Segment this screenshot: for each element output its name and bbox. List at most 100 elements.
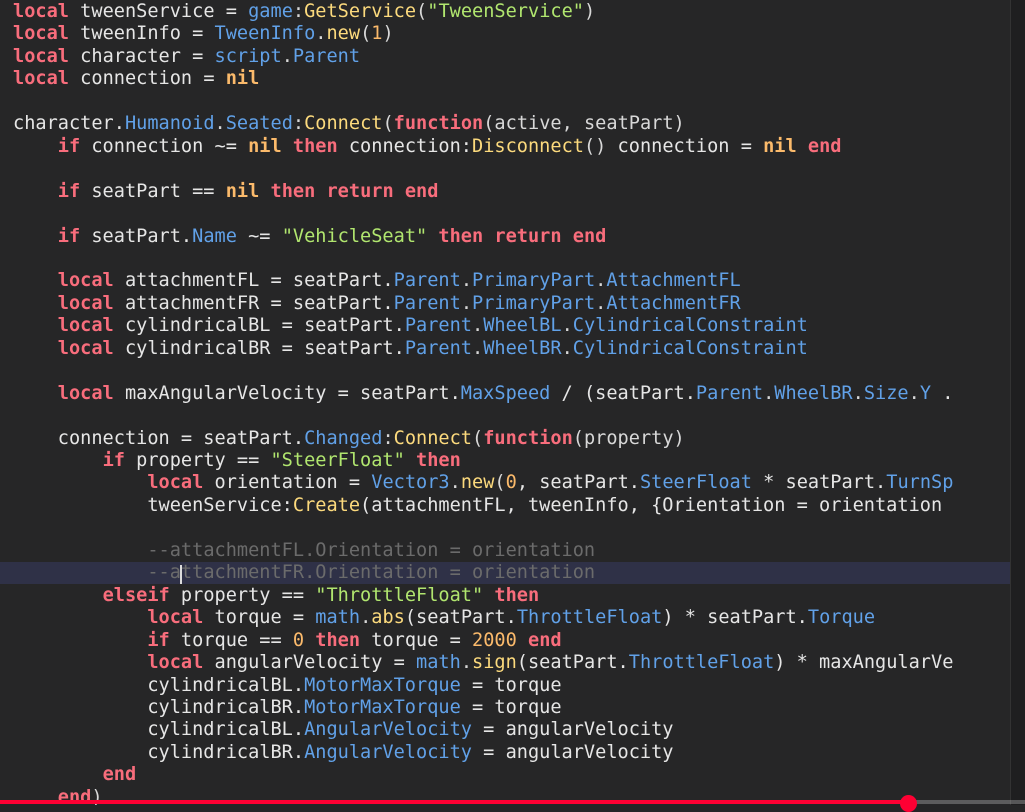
video-progress-bar[interactable] <box>0 795 1025 812</box>
code-token: local <box>13 23 69 45</box>
code-line[interactable]: local tweenInfo = TweenInfo.new(1) <box>0 23 1025 45</box>
code-token: : <box>292 1 305 22</box>
code-line[interactable]: if seatPart.Name ~= "VehicleSeat" then r… <box>0 226 1025 248</box>
code-line[interactable]: cylindricalBL.AngularVelocity = angularV… <box>0 719 1025 741</box>
code-token: . <box>561 337 573 359</box>
code-token: sign <box>472 652 517 674</box>
code-token: . <box>852 382 864 404</box>
code-line[interactable] <box>0 158 1025 180</box>
code-token: (seatPart. <box>516 652 629 674</box>
code-token: maxAngularVelocity = seatPart. <box>113 382 461 404</box>
code-line[interactable]: character.Humanoid.Seated:Connect(functi… <box>0 113 1025 135</box>
code-line[interactable]: local attachmentFR = seatPart.Parent.Pri… <box>0 293 1025 315</box>
code-line[interactable]: local orientation = Vector3.new(0, seatP… <box>0 472 1025 494</box>
code-token: (active, seatPart) <box>483 113 685 135</box>
code-line[interactable]: connection = seatPart.Changed:Connect(fu… <box>0 428 1025 450</box>
code-token: end <box>102 764 137 786</box>
code-line[interactable]: --attachmentFL.Orientation = orientation <box>0 540 1025 562</box>
code-line[interactable]: if property == "SteerFloat" then <box>0 450 1025 472</box>
code-token: cylindricalBL. <box>13 674 305 696</box>
code-token: ~= <box>236 225 282 247</box>
code-token: connection: <box>337 135 473 157</box>
code-token: . <box>214 113 226 135</box>
code-token: local <box>57 270 114 292</box>
code-token: Parent <box>404 315 472 337</box>
code-token: AngularVelocity <box>304 741 472 763</box>
code-line[interactable]: end <box>0 764 1025 786</box>
code-token: ( <box>360 23 372 45</box>
code-token: ) <box>583 1 596 22</box>
code-token: ( <box>472 427 484 449</box>
code-line[interactable] <box>0 360 1025 382</box>
code-line[interactable]: local angularVelocity = math.sign(seatPa… <box>0 652 1025 674</box>
code-line[interactable] <box>0 203 1025 225</box>
code-token: WheelBL <box>483 315 562 337</box>
code-token: connection = <box>606 135 764 157</box>
code-token: character. <box>13 113 125 135</box>
code-token: cylindricalBL. <box>13 719 305 741</box>
code-token: Parent <box>695 382 764 404</box>
code-line[interactable]: if seatPart == nil then return end <box>0 181 1025 203</box>
code-line[interactable] <box>0 405 1025 427</box>
code-token: . <box>908 382 920 404</box>
code-line[interactable]: local tweenService = game:GetService("Tw… <box>0 1 1025 23</box>
code-line[interactable]: cylindricalBR.AngularVelocity = angularV… <box>0 742 1025 764</box>
code-token: ThrottleFloat <box>628 652 775 674</box>
code-line[interactable] <box>0 248 1025 270</box>
code-token: local <box>13 1 69 22</box>
code-token: CylindricalConstraint <box>572 315 808 337</box>
code-token: . <box>561 315 573 337</box>
code-token: GetService <box>304 1 417 22</box>
code-line[interactable]: local torque = math.abs(seatPart.Throttl… <box>0 607 1025 629</box>
code-token: . <box>315 23 327 45</box>
code-line[interactable]: local connection = nil <box>0 68 1025 90</box>
code-token: (property) <box>572 427 685 449</box>
code-line[interactable]: if torque == 0 then torque = 2000 end <box>0 630 1025 652</box>
code-token: end <box>807 135 842 157</box>
code-token: local <box>57 337 114 359</box>
code-token: Disconnect <box>472 135 584 157</box>
code-line[interactable]: local character = script.Parent <box>0 46 1025 68</box>
code-line[interactable]: tweenService:Create(attachmentFL, tweenI… <box>0 495 1025 517</box>
code-line[interactable]: elseif property == "ThrottleFloat" then <box>0 585 1025 607</box>
code-token: ThrottleFloat <box>516 607 663 629</box>
code-token: / (seatPart. <box>550 382 696 404</box>
code-line[interactable] <box>0 517 1025 539</box>
text-caret <box>180 565 182 584</box>
code-line[interactable]: if connection ~= nil then connection:Dis… <box>0 136 1025 158</box>
code-line[interactable]: cylindricalBL.MotorMaxTorque = torque <box>0 675 1025 697</box>
code-line[interactable]: cylindricalBR.MotorMaxTorque = torque <box>0 697 1025 719</box>
code-token: abs <box>371 607 405 629</box>
editor-scrollbar[interactable] <box>1010 0 1025 805</box>
code-token: local <box>13 68 69 90</box>
code-line[interactable] <box>0 91 1025 113</box>
code-token: . <box>472 315 484 337</box>
code-token: local <box>13 45 69 67</box>
code-line[interactable]: local cylindricalBL = seatPart.Parent.Wh… <box>0 315 1025 337</box>
code-line[interactable]: local maxAngularVelocity = seatPart.MaxS… <box>0 383 1025 405</box>
code-token: game <box>248 1 293 22</box>
code-editor[interactable]: local tweenService = game:GetService("Tw… <box>0 0 1025 805</box>
progress-scrubber-handle[interactable] <box>900 795 918 812</box>
code-line[interactable]: local attachmentFL = seatPart.Parent.Pri… <box>0 270 1025 292</box>
code-token: WheelBR <box>483 337 562 359</box>
code-token: . <box>360 607 372 629</box>
code-token: then <box>438 225 484 247</box>
code-token: Humanoid <box>124 113 215 135</box>
code-token: "SteerFloat" <box>270 450 405 471</box>
code-token: math <box>416 652 461 674</box>
code-token: Torque <box>807 607 876 629</box>
code-token: Y <box>919 382 932 404</box>
code-token: Parent <box>292 45 361 67</box>
code-line[interactable]: --attachmentFR.Orientation = orientation <box>0 562 1025 585</box>
code-line[interactable]: local cylindricalBR = seatPart.Parent.Wh… <box>0 338 1025 360</box>
